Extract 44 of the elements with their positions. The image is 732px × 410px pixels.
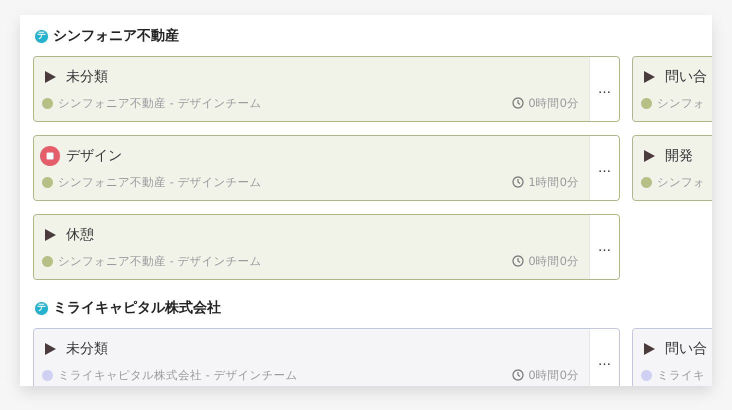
task-card[interactable]: 問い合 シンフォ xyxy=(632,56,712,122)
project-team: シンフォニア不動産 - デザインチーム xyxy=(58,254,262,268)
clock-icon xyxy=(512,97,524,109)
project-team: シンフォ xyxy=(657,96,705,110)
play-icon[interactable] xyxy=(641,148,657,164)
clock-icon xyxy=(512,255,524,267)
project-team: ミライキャピタル株式会社 - デザインチーム xyxy=(58,368,298,382)
project-team: シンフォニア不動産 - デザインチーム xyxy=(58,96,262,110)
play-icon[interactable] xyxy=(641,341,657,357)
more-button[interactable]: … xyxy=(589,215,619,279)
play-icon[interactable] xyxy=(42,227,58,243)
task-card[interactable]: 休憩 シンフォニア不動産 - デザインチーム 0時間0分 … xyxy=(33,214,620,280)
team-badge: テ xyxy=(35,30,48,42)
more-button[interactable]: … xyxy=(589,329,619,386)
project-team: シンフォニア不動産 - デザインチーム xyxy=(58,174,262,190)
project-team: ミライキ xyxy=(657,368,705,382)
elapsed-time: 0時間0分 xyxy=(528,368,579,382)
client-name: ミライキャピタル株式会社 xyxy=(53,299,221,317)
task-card[interactable]: デザイン シンフォニア不動産 - デザインチーム 1時間0分 … xyxy=(33,135,620,201)
team-badge: テ xyxy=(35,302,48,314)
task-card[interactable]: 未分類 ミライキャピタル株式会社 - デザインチーム 0時間0分 … xyxy=(33,328,620,386)
project-team: シンフォ xyxy=(657,174,705,190)
task-title: 問い合 xyxy=(665,68,707,86)
task-title: 問い合 xyxy=(665,340,707,358)
task-card[interactable]: 未分類 シンフォニア不動産 - デザインチーム 0時間0分 … xyxy=(33,56,620,122)
more-button[interactable]: … xyxy=(589,136,619,200)
client-name: シンフォニア不動産 xyxy=(53,27,179,45)
stop-icon[interactable] xyxy=(40,146,60,166)
elapsed-time: 0時間0分 xyxy=(528,254,579,268)
play-icon[interactable] xyxy=(42,341,58,357)
task-title: デザイン xyxy=(66,147,122,165)
task-title: 休憩 xyxy=(66,226,94,244)
more-button[interactable]: … xyxy=(589,57,619,121)
clock-icon xyxy=(512,176,524,188)
task-title: 未分類 xyxy=(66,340,108,358)
task-title: 開発 xyxy=(665,147,693,165)
elapsed-time: 0時間0分 xyxy=(528,96,579,110)
task-card[interactable]: 開発 シンフォ xyxy=(632,135,712,201)
elapsed-time: 1時間0分 xyxy=(528,174,579,190)
task-title: 未分類 xyxy=(66,68,108,86)
play-icon[interactable] xyxy=(641,69,657,85)
task-card[interactable]: 問い合 ミライキ xyxy=(632,328,712,386)
play-icon[interactable] xyxy=(42,69,58,85)
clock-icon xyxy=(512,369,524,381)
